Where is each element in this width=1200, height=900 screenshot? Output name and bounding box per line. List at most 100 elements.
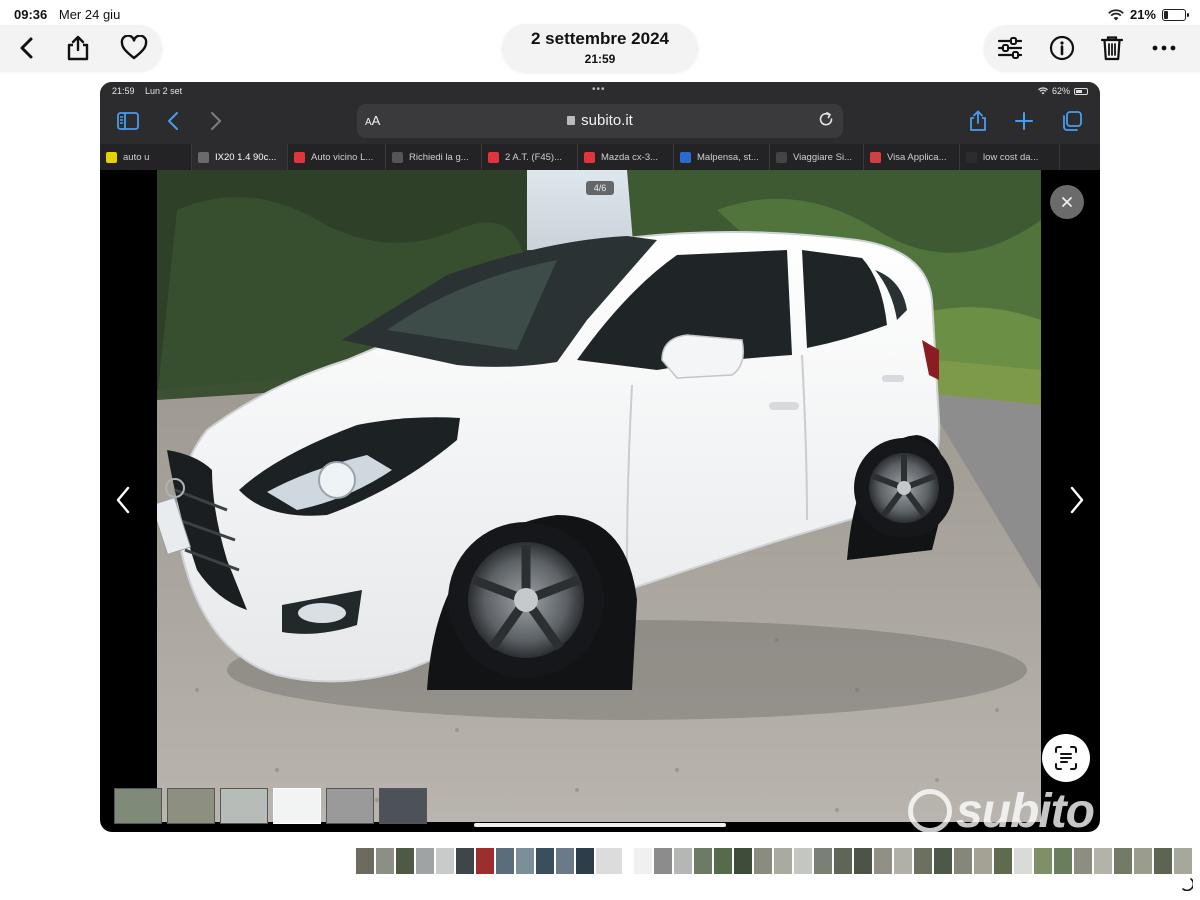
safari-tab[interactable]: Auto vicino L... [288,144,386,170]
adjust-button[interactable] [996,35,1024,61]
library-thumbnail[interactable] [576,848,594,874]
library-thumbnail[interactable] [556,848,574,874]
safari-forward-button[interactable] [203,110,227,132]
screenshot-image: 21:59 Lun 2 set ••• 62% AAAA subito.it [100,82,1100,832]
library-thumbnail[interactable] [634,848,652,874]
safari-toolbar: AAAA subito.it [100,100,1100,144]
safari-tab[interactable]: Richiedi la g... [386,144,482,170]
favorite-button[interactable] [120,34,148,61]
library-thumbnail[interactable] [1154,848,1172,874]
library-thumbnail[interactable] [1114,848,1132,874]
safari-tab[interactable]: IX20 1.4 90c... [192,144,288,170]
tab-title: Viaggiare Si... [793,151,852,163]
library-thumbnail[interactable] [356,848,374,874]
library-thumbnail[interactable] [376,848,394,874]
library-thumbnail[interactable] [874,848,892,874]
gallery-thumbnail[interactable] [114,788,162,824]
gallery-thumbnail[interactable] [167,788,215,824]
library-thumbnail[interactable] [1174,848,1192,874]
library-thumbnail[interactable] [496,848,514,874]
trash-icon [1100,36,1124,61]
gallery-close-button[interactable] [1050,185,1084,219]
tab-title: IX20 1.4 90c... [215,151,277,163]
rotate-arrow-icon [1182,878,1193,891]
more-button[interactable] [1150,35,1178,61]
share-button[interactable] [64,35,92,61]
address-text: subito.it [581,112,633,129]
info-button[interactable] [1048,35,1076,61]
library-thumbnail[interactable] [954,848,972,874]
gallery-thumbnail[interactable] [379,788,427,824]
sidebar-button[interactable] [116,110,140,132]
tab-overview-button[interactable] [1060,110,1084,132]
tab-title: Richiedi la g... [409,151,469,163]
safari-tab[interactable]: Visa Applica... [864,144,960,170]
library-thumbnail[interactable] [1074,848,1092,874]
sliders-icon [997,37,1023,59]
library-thumbnail[interactable] [456,848,474,874]
safari-tab[interactable]: Mazda cx-3... [578,144,674,170]
delete-button[interactable] [1098,35,1126,61]
safari-tab[interactable]: 2 A.T. (F45)... [482,144,578,170]
library-thumbnail[interactable] [674,848,692,874]
gallery-prev-button[interactable] [111,482,135,518]
reload-icon[interactable] [817,111,835,129]
gallery-counter: 4/6 [586,181,614,195]
library-thumbnail[interactable] [416,848,434,874]
library-thumbnail[interactable] [476,848,494,874]
library-thumbnail[interactable] [396,848,414,874]
back-button[interactable] [14,35,42,61]
gallery-thumbnail[interactable] [273,788,321,824]
home-indicator [474,823,726,827]
library-thumbnail[interactable] [794,848,812,874]
library-thumbnail[interactable] [694,848,712,874]
library-thumbnail[interactable] [1014,848,1032,874]
safari-back-button[interactable] [162,110,186,132]
library-thumbnail[interactable] [516,848,534,874]
car-photo[interactable] [157,170,1041,822]
library-thumbnail[interactable] [834,848,852,874]
library-thumbnail[interactable] [1054,848,1072,874]
library-thumbnail[interactable] [894,848,912,874]
tab-favicon-icon [680,151,691,163]
library-thumbnail[interactable] [734,848,752,874]
library-thumbnail[interactable] [596,848,622,874]
safari-tab[interactable]: Malpensa, st... [674,144,770,170]
library-thumbnail[interactable] [754,848,772,874]
inner-battery-icon [1074,87,1088,95]
new-tab-button[interactable] [1012,110,1036,132]
library-thumbnail[interactable] [994,848,1012,874]
address-bar[interactable]: AAAA subito.it [357,104,843,138]
safari-share-button[interactable] [966,110,990,132]
gallery-thumbnail[interactable] [220,788,268,824]
safari-tab[interactable]: auto u [100,144,192,170]
battery-percent: 21% [1129,7,1156,22]
share-icon [67,35,89,61]
library-thumbnail[interactable] [774,848,792,874]
library-thumbnail[interactable] [854,848,872,874]
safari-tab[interactable]: Viaggiare Si... [770,144,864,170]
tab-title: Mazda cx-3... [601,151,659,163]
library-thumbnail[interactable] [1034,848,1052,874]
inner-battery-percent: 62% [1051,86,1070,96]
library-thumbnail[interactable] [974,848,992,874]
wifi-icon [1108,8,1124,20]
safari-tab[interactable]: low cost da... [960,144,1060,170]
library-thumbnail[interactable] [654,848,672,874]
library-thumbnail[interactable] [536,848,554,874]
library-scrubber[interactable] [356,848,1192,874]
toolbar-right-group [984,25,1200,71]
library-thumbnail[interactable] [1094,848,1112,874]
library-thumbnail[interactable] [914,848,932,874]
library-thumbnail[interactable] [934,848,952,874]
library-thumbnail[interactable] [714,848,732,874]
library-thumbnail[interactable] [436,848,454,874]
photo-date-title: 2 settembre 2024 [531,29,669,48]
info-icon [1049,35,1075,61]
live-text-button[interactable] [1042,734,1090,782]
gallery-next-button[interactable] [1065,482,1089,518]
gallery-thumbnail[interactable] [326,788,374,824]
library-thumbnail[interactable] [1134,848,1152,874]
tabs-icon [1063,111,1082,131]
library-thumbnail[interactable] [814,848,832,874]
